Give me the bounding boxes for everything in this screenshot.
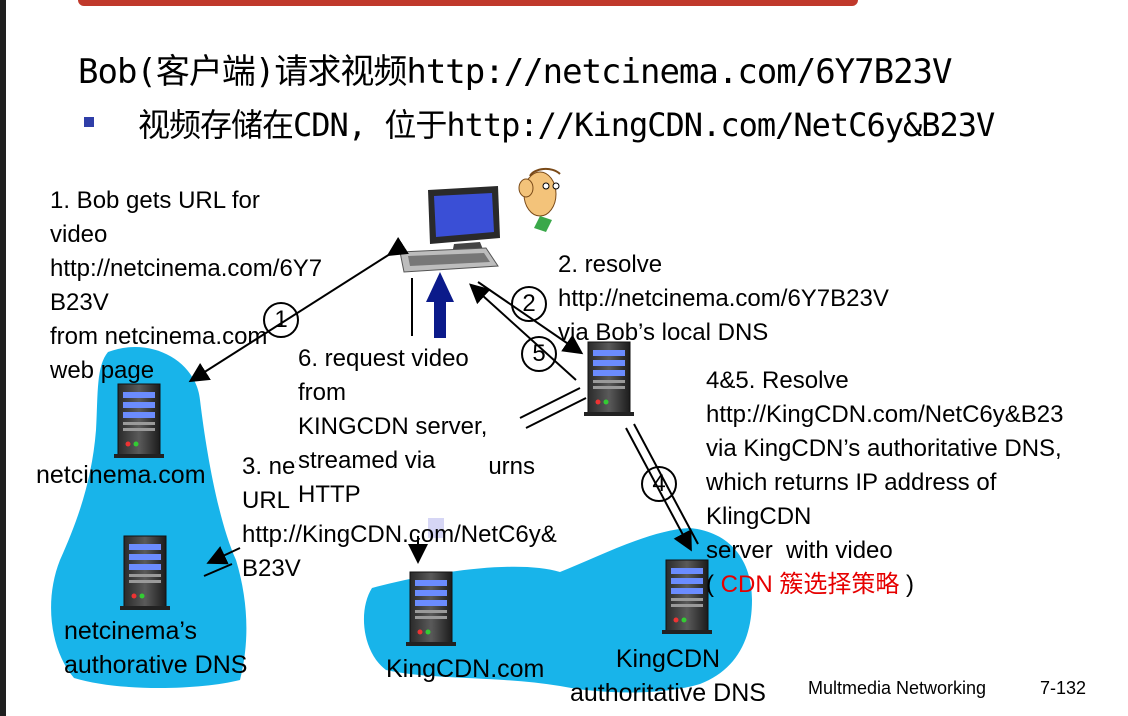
step-4-circle: 4: [641, 466, 677, 502]
step-2-circle: 2: [511, 286, 547, 322]
netcinema-server-icon: [113, 383, 165, 459]
step-45-close: ): [906, 571, 915, 598]
footer-course: Multmedia Networking: [808, 678, 987, 698]
step-6-label: 6. request video from KINGCDN server, st…: [296, 342, 490, 512]
bob-computer-icon: [399, 186, 500, 273]
step-45-text: 4&5. Resolve http://KingCDN.com/NetC6y&B…: [706, 367, 1064, 598]
step-5-circle: 5: [521, 336, 557, 372]
netcinema-dns-server-icon: [119, 535, 171, 611]
kingcdn-dns-server-icon: [661, 559, 713, 635]
netcinema-dns-label: netcinema’s authorative DNS: [64, 617, 248, 679]
bob-person-icon: [518, 168, 561, 232]
kingcdn-dns-label: KingCDN authoritative DNS: [570, 645, 766, 707]
cdn-policy-text: CDN 簇选择策略: [720, 571, 900, 598]
netcinema-server-label: netcinema.com: [36, 461, 206, 489]
kingcdn-server-label: KingCDN.com: [386, 655, 545, 683]
step-45-label: 4&5. Resolve http://KingCDN.com/NetC6y&B…: [706, 364, 1063, 602]
step-1-label: 1. Bob gets URL for video http://netcine…: [50, 187, 323, 384]
local-dns-server-icon: [583, 341, 635, 417]
footer-page-number: 7-132: [1040, 678, 1087, 698]
video-stream-up-arrow: [426, 272, 454, 338]
step-2-label: 2. resolve http://netcinema.com/6Y7B23V …: [558, 251, 889, 346]
